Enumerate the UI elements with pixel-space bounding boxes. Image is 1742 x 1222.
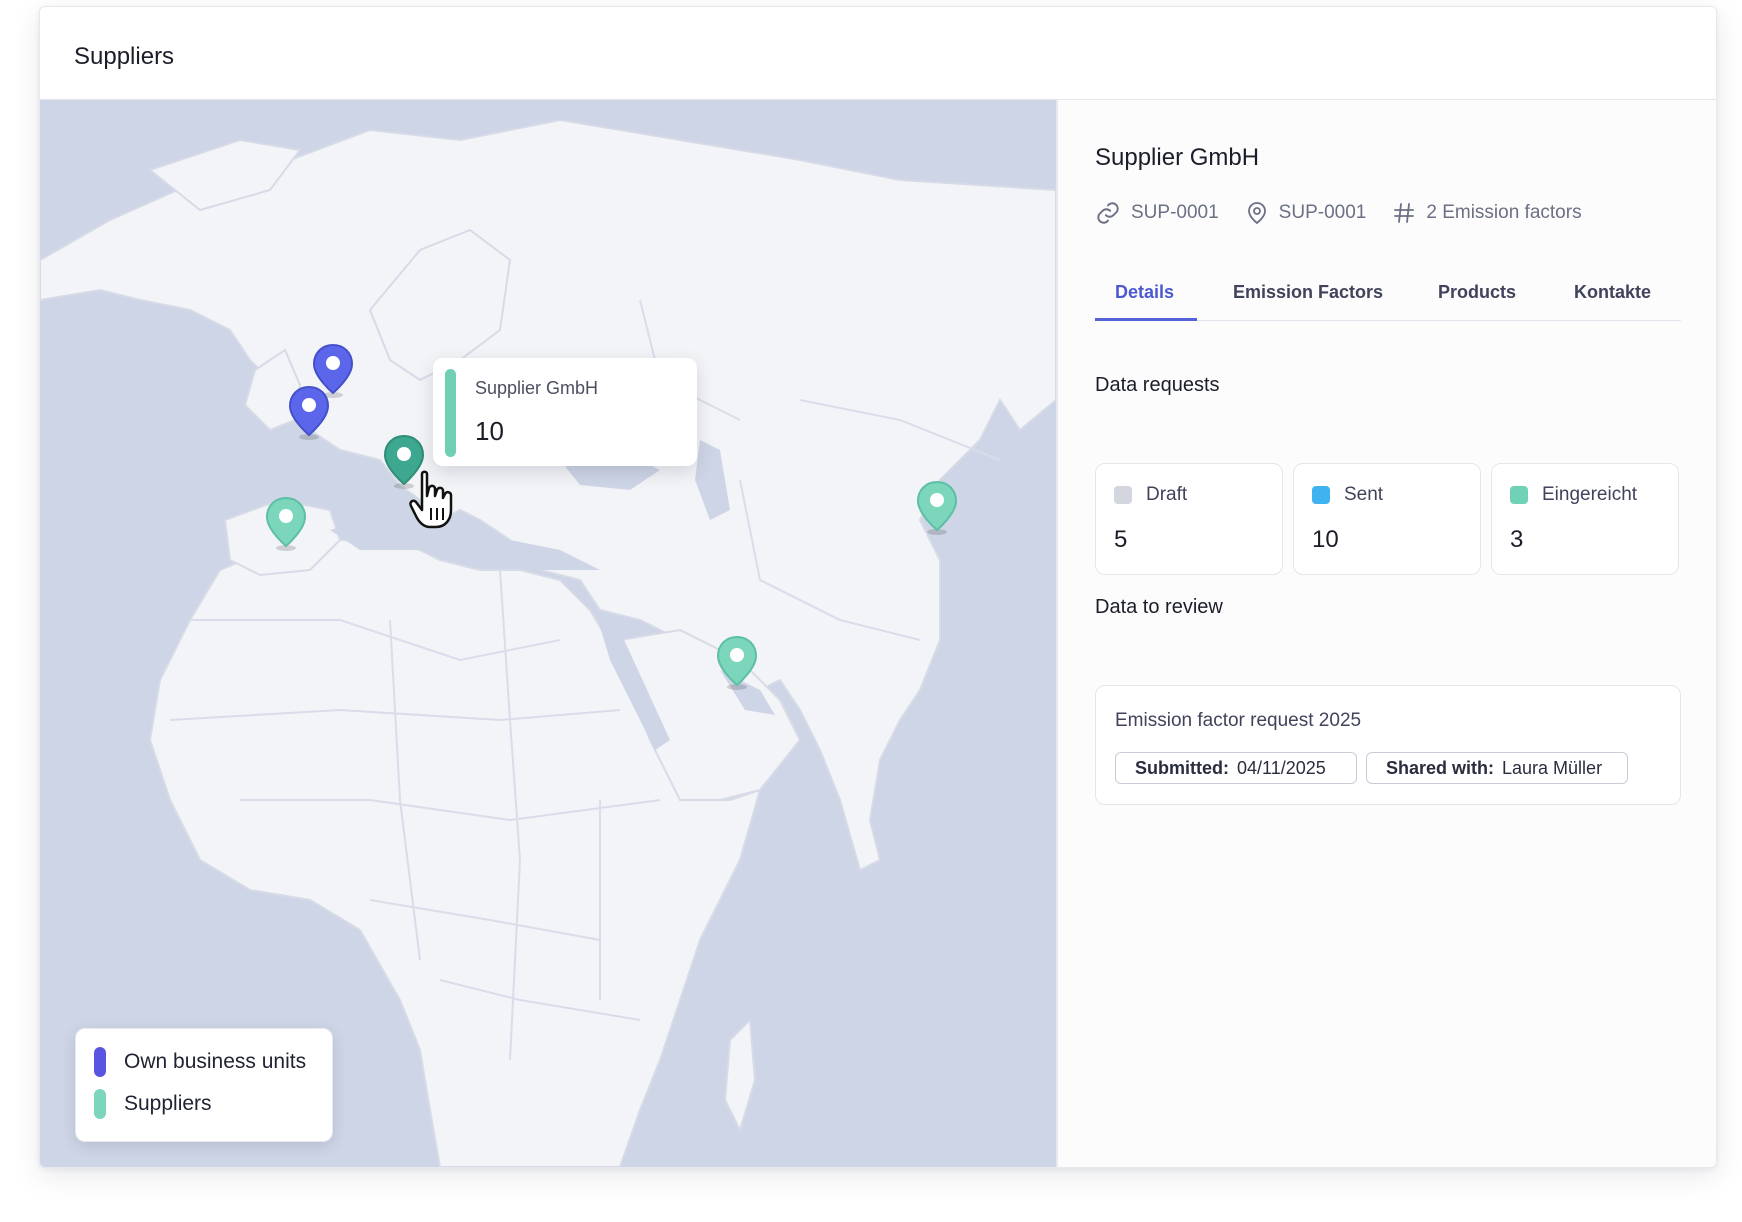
legend-swatch	[94, 1089, 106, 1119]
hand-cursor-icon	[409, 470, 453, 529]
chip-key: Submitted:	[1135, 757, 1229, 778]
stat-label: Draft	[1146, 484, 1188, 505]
chip-value: 04/11/2025	[1237, 757, 1326, 778]
supplier-pin[interactable]	[915, 480, 959, 536]
status-dot	[1312, 486, 1330, 504]
page-title: Suppliers	[74, 43, 175, 70]
submitted-chip: Submitted: 04/11/2025	[1115, 752, 1357, 784]
legend-label: Own business units	[124, 1050, 307, 1073]
legend-label: Suppliers	[124, 1092, 212, 1115]
location-pin-icon	[1247, 202, 1266, 225]
supplier-pin[interactable]	[264, 496, 308, 552]
legend-item-own-business-units: Own business units	[94, 1047, 306, 1077]
map-tooltip: Supplier GmbH 10	[433, 358, 697, 466]
stat-label: Sent	[1344, 484, 1384, 505]
card-header: Suppliers	[40, 7, 1716, 100]
tooltip-value: 10	[475, 416, 504, 446]
stat-value: 5	[1114, 526, 1128, 553]
own-business-unit-pin[interactable]	[287, 385, 331, 441]
tooltip-accent-bar	[445, 369, 456, 457]
detail-tabs: Details Emission Factors Products Kontak…	[1095, 260, 1681, 321]
data-to-review-title: Data to review	[1095, 596, 1223, 618]
review-item-title: Emission factor request 2025	[1115, 710, 1362, 731]
stat-card-eingereicht[interactable]: Eingereicht 3	[1491, 463, 1679, 575]
supplier-title: Supplier GmbH	[1095, 144, 1260, 171]
status-dot	[1114, 486, 1132, 504]
chip-value: Laura Müller	[1502, 757, 1603, 778]
review-item-card[interactable]: Emission factor request 2025 Submitted: …	[1095, 685, 1681, 805]
supplier-detail-panel: Supplier GmbH SUP-0001 SUP-0001 2 Emissi…	[1058, 100, 1716, 1167]
supplier-map[interactable]: Supplier GmbH 10 Own business units Supp…	[40, 100, 1058, 1167]
stat-value: 3	[1510, 526, 1524, 553]
meta-item-emission-factors: 2 Emission factors	[1392, 201, 1582, 225]
map-legend: Own business units Suppliers	[75, 1028, 333, 1142]
tab-details[interactable]: Details	[1115, 282, 1174, 303]
meta-item-link: SUP-0001	[1095, 200, 1219, 226]
legend-swatch	[94, 1047, 106, 1077]
suppliers-card: Suppliers Supplier GmbH 10 Own business …	[39, 6, 1717, 1168]
stat-card-draft[interactable]: Draft 5	[1095, 463, 1283, 575]
chip-key: Shared with:	[1386, 757, 1495, 778]
madagascar-land	[723, 1017, 757, 1133]
legend-item-suppliers: Suppliers	[94, 1089, 212, 1119]
stat-value: 10	[1312, 526, 1339, 553]
supplier-pin[interactable]	[715, 635, 759, 691]
active-tab-indicator	[1095, 318, 1197, 321]
link-icon	[1097, 202, 1119, 224]
data-requests-title: Data requests	[1095, 374, 1220, 396]
tab-emission-factors[interactable]: Emission Factors	[1233, 282, 1383, 303]
meta-text: SUP-0001	[1131, 202, 1219, 223]
status-dot	[1510, 486, 1528, 504]
tooltip-supplier-name: Supplier GmbH	[475, 378, 599, 398]
shared-with-chip: Shared with: Laura Müller	[1366, 752, 1628, 784]
hash-icon	[1394, 203, 1415, 223]
tab-kontakte[interactable]: Kontakte	[1574, 282, 1651, 303]
meta-item-location: SUP-0001	[1245, 200, 1367, 226]
stat-card-sent[interactable]: Sent 10	[1293, 463, 1481, 575]
meta-text: 2 Emission factors	[1426, 202, 1582, 223]
tab-products[interactable]: Products	[1438, 282, 1516, 303]
stat-label: Eingereicht	[1542, 484, 1638, 505]
supplier-meta: SUP-0001 SUP-0001 2 Emission factors	[1095, 200, 1608, 226]
world-map[interactable]	[40, 100, 1056, 1167]
meta-text: SUP-0001	[1278, 202, 1367, 223]
